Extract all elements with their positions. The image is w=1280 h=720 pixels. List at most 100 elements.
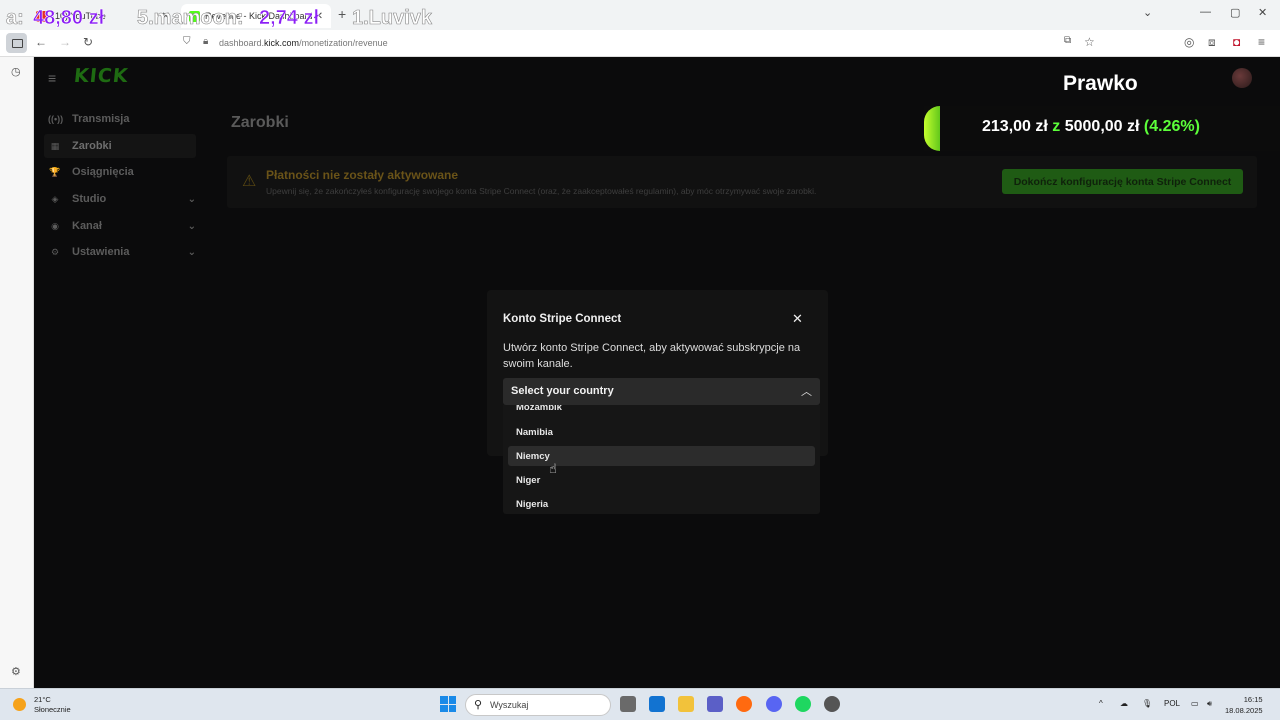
firefox-icon[interactable] — [736, 696, 752, 712]
lock-icon[interactable]: 🔒︎ — [203, 36, 208, 47]
avatar[interactable] — [1232, 68, 1252, 88]
country-option[interactable]: Nigeria — [508, 494, 815, 514]
chevron-up-icon[interactable]: ︿ — [801, 383, 812, 399]
ticker-rank: 5.mamoon: — [137, 7, 244, 30]
language-indicator[interactable]: POL — [1164, 699, 1180, 708]
extensions-icon[interactable]: ⧈ — [1208, 35, 1216, 50]
alert-text: Upewnij się, że zakończyłeś konfigurację… — [266, 186, 817, 196]
history-icon[interactable]: ◷ — [11, 65, 21, 78]
browser-toolbar: ← → ↻ ⛉ 🔒︎ dashboard.kick.com/monetizati… — [0, 30, 1280, 57]
settings-icon: ⚙ — [50, 246, 60, 257]
goal-progress-text: 213,00 zł z 5000,00 zł (4.26%) — [982, 118, 1200, 136]
sidebar-item-label: Zarobki — [72, 140, 112, 152]
close-icon[interactable]: ✕ — [792, 311, 803, 327]
goal-percent: (4.26%) — [1143, 118, 1200, 135]
account-icon[interactable]: ◎ — [1184, 35, 1194, 49]
discord-icon[interactable] — [766, 696, 782, 712]
channel-icon: ◉ — [51, 220, 59, 231]
task-view-icon[interactable] — [620, 696, 636, 712]
chevron-down-icon[interactable]: ⌄ — [188, 247, 196, 258]
finish-stripe-setup-button[interactable]: Dokończ konfigurację konta Stripe Connec… — [1002, 169, 1243, 194]
goal-target: 5000,00 zł — [1064, 118, 1140, 135]
spotify-icon[interactable] — [795, 696, 811, 712]
bookmark-star-icon[interactable]: ☆ — [1084, 35, 1095, 49]
teams-icon[interactable] — [707, 696, 723, 712]
clock-time: 16:15 — [1243, 695, 1263, 704]
modal-description: Utwórz konto Stripe Connect, aby aktywow… — [503, 342, 801, 370]
search-icon: ⚲ — [474, 699, 483, 711]
display-icon[interactable]: ▭ — [1191, 699, 1199, 708]
microphone-icon[interactable]: 🎙︎ — [1142, 699, 1152, 708]
url-prefix: dashboard. — [219, 38, 265, 48]
pip-icon[interactable]: ⧉ — [1064, 35, 1071, 46]
ticker-amount: 48,80 zł — [33, 7, 105, 30]
broadcast-icon: ((•)) — [48, 114, 64, 124]
alert-title: Płatności nie zostały aktywowane — [266, 168, 459, 182]
browser-sidebar: ◷ ⚙ — [0, 57, 34, 688]
menu-icon[interactable]: ≡ — [1258, 35, 1265, 49]
reload-icon[interactable]: ↻ — [83, 35, 93, 49]
url-domain: kick.com — [264, 38, 300, 48]
country-dropdown: Mozambik Namibia Niemcy Niger Nigeria — [503, 405, 820, 514]
studio-icon: ◈ — [51, 193, 59, 204]
back-icon[interactable]: ← — [35, 35, 47, 49]
hamburger-icon[interactable]: ≡ — [48, 70, 56, 86]
app-icon[interactable] — [824, 696, 840, 712]
trophy-icon: 🏆 — [49, 166, 61, 177]
warning-icon: ⚠ — [242, 173, 257, 190]
minimize-icon[interactable]: — — [1200, 6, 1211, 18]
weather-widget[interactable]: 21°C Słonecznie — [34, 695, 71, 715]
sidebar-item-label: Osiągnięcia — [72, 166, 134, 178]
close-window-icon[interactable]: ✕ — [1258, 6, 1267, 19]
country-option[interactable]: Mozambik — [508, 405, 815, 417]
sidebar-item-osiągnięcia[interactable]: 🏆 Osiągnięcia — [44, 160, 196, 184]
search-placeholder: Wyszukaj — [490, 700, 529, 710]
revenue-icon: ▦ — [50, 140, 60, 151]
tab-list-chevron-icon[interactable]: ⌄ — [1143, 6, 1152, 19]
sidebar-settings-icon[interactable]: ⚙ — [11, 665, 21, 678]
address-bar[interactable]: dashboard.kick.com/monetization/revenue — [219, 38, 388, 48]
page-title: Zarobki — [231, 114, 289, 131]
file-explorer-icon[interactable] — [678, 696, 694, 712]
taskbar-search-input[interactable]: ⚲ Wyszukaj — [465, 694, 611, 716]
clock[interactable]: 16:15 18.08.2025 — [1225, 694, 1263, 716]
outlook-icon[interactable] — [649, 696, 665, 712]
sidebar-item-zarobki[interactable]: ▦ Zarobki — [44, 134, 196, 158]
temperature: 21°C — [34, 695, 51, 704]
chevron-down-icon[interactable]: ⌄ — [188, 221, 196, 232]
sidebar-item-label: Kanał — [72, 220, 102, 232]
sidebar-toggle-button[interactable] — [6, 33, 27, 53]
sidebar-item-kanał[interactable]: ◉ Kanał ⌄ — [44, 214, 196, 238]
taskbar: 21°C Słonecznie ⚲ Wyszukaj ^ ☁ 🎙︎ POL ▭ … — [0, 688, 1280, 720]
restore-icon[interactable]: ▢ — [1230, 6, 1240, 19]
modal-title: Konto Stripe Connect — [503, 313, 622, 325]
new-tab-button[interactable]: + — [338, 6, 346, 22]
addon-icon[interactable]: ◘ — [1233, 35, 1240, 49]
chevron-down-icon[interactable]: ⌄ — [188, 194, 196, 205]
tray-chevron-icon[interactable]: ^ — [1099, 699, 1103, 708]
sun-icon[interactable] — [13, 698, 26, 711]
sidebar-item-ustawienia[interactable]: ⚙ Ustawienia ⌄ — [44, 240, 196, 264]
forward-icon[interactable]: → — [59, 35, 71, 49]
sidebar-item-label: Transmisja — [72, 113, 130, 125]
goal-title: Prawko — [1063, 72, 1138, 95]
sidebar-item-transmisja[interactable]: ((•)) Transmisja — [44, 107, 196, 131]
ticker-rank: a: — [6, 7, 24, 30]
goal-current: 213,00 zł — [982, 118, 1048, 135]
sidebar-item-label: Ustawienia — [72, 246, 130, 258]
cloud-icon[interactable]: ☁ — [1120, 699, 1128, 708]
windows-start-icon[interactable] — [440, 696, 456, 712]
goal-connector: z — [1052, 118, 1061, 135]
sidebar-item-label: Studio — [72, 193, 107, 205]
country-option[interactable]: Namibia — [508, 422, 815, 442]
sidebar-item-studio[interactable]: ◈ Studio ⌄ — [44, 187, 196, 211]
shield-icon[interactable]: ⛉ — [183, 36, 191, 47]
kick-logo[interactable]: KICK — [73, 65, 130, 87]
ticker-amount: 2,74 zł — [259, 7, 320, 30]
url-path: /monetization/revenue — [299, 38, 388, 48]
country-select-value: Select your country — [511, 385, 614, 397]
weather-condition: Słonecznie — [34, 705, 71, 714]
ticker-rank: 1.Luvivk — [352, 7, 433, 30]
volume-icon[interactable]: 🔊︎ — [1207, 699, 1212, 709]
country-select[interactable]: Select your country ︿ — [503, 378, 820, 405]
